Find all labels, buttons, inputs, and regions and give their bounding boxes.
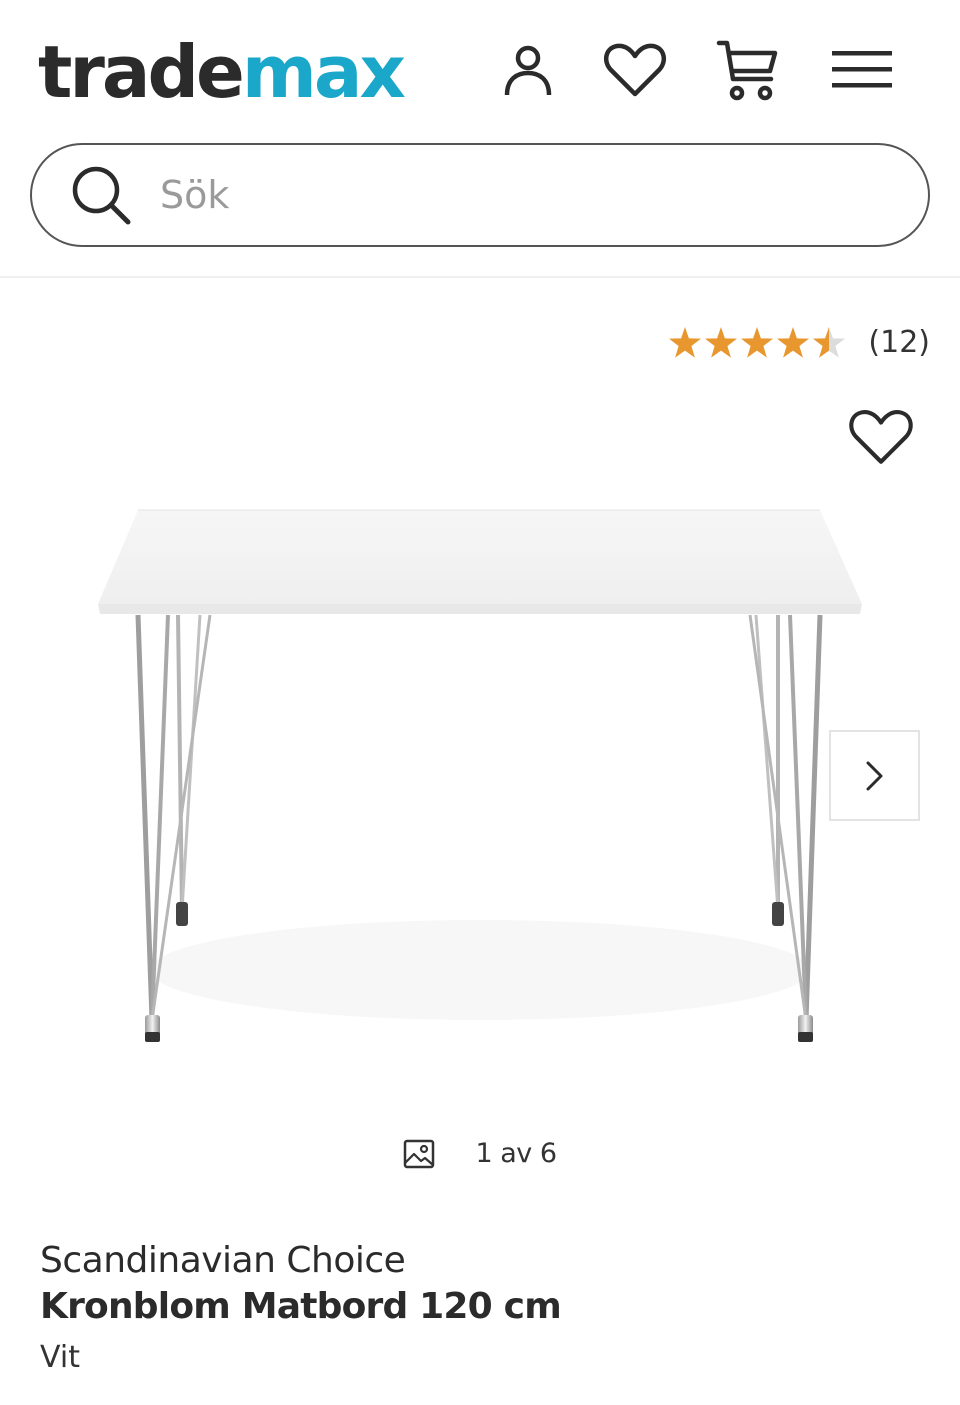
product-image[interactable] bbox=[90, 500, 870, 1060]
review-count[interactable]: (12) bbox=[868, 325, 930, 360]
trademax-logo[interactable]: trademax bbox=[38, 22, 406, 122]
star-half-icon bbox=[813, 326, 846, 358]
product-brand[interactable]: Scandinavian Choice bbox=[40, 1240, 406, 1281]
image-gallery-icon[interactable] bbox=[403, 1139, 435, 1169]
site-header: trademax bbox=[0, 0, 960, 278]
rating-stars bbox=[668, 326, 846, 359]
star-icon bbox=[741, 326, 774, 358]
cart-button[interactable] bbox=[714, 36, 782, 104]
wishlist-button[interactable] bbox=[601, 36, 669, 104]
logo-text-max: max bbox=[241, 30, 406, 114]
menu-button[interactable] bbox=[828, 36, 896, 104]
product-title: Kronblom Matbord 120 cm bbox=[40, 1286, 562, 1327]
account-button[interactable] bbox=[494, 36, 562, 104]
cart-icon bbox=[716, 40, 778, 101]
search-icon bbox=[72, 166, 131, 225]
star-icon bbox=[669, 326, 702, 358]
star-icon bbox=[705, 326, 738, 358]
product-variant: Vit bbox=[40, 1340, 80, 1375]
heart-icon bbox=[849, 410, 913, 464]
add-to-wishlist-button[interactable] bbox=[848, 408, 914, 474]
user-icon bbox=[504, 45, 552, 96]
gallery-counter-text: 1 av 6 bbox=[475, 1138, 557, 1169]
heart-icon bbox=[603, 43, 667, 97]
search-input[interactable] bbox=[160, 173, 840, 217]
gallery-counter: 1 av 6 bbox=[0, 1138, 960, 1169]
menu-icon bbox=[832, 51, 892, 88]
chevron-right-icon bbox=[866, 761, 882, 790]
logo-text-trade: trade bbox=[38, 30, 245, 114]
search-bar[interactable] bbox=[30, 143, 930, 247]
next-image-button[interactable] bbox=[829, 730, 920, 821]
star-icon bbox=[777, 326, 810, 358]
product-rating[interactable]: (12) bbox=[668, 325, 930, 360]
